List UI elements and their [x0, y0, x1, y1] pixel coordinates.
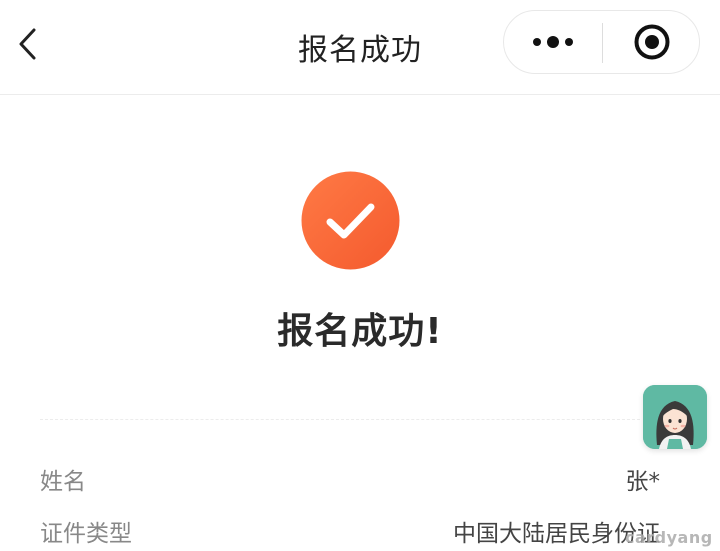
more-dots-icon [533, 36, 573, 48]
watermark: cardyang [625, 528, 713, 547]
more-button[interactable] [504, 11, 602, 73]
target-close-icon [634, 24, 670, 60]
page: 报名成功 报名成功! 姓名 张* 证件类型 中国大陆居民身份证 cardyang [0, 0, 720, 551]
navigation-bar: 报名成功 [0, 0, 720, 95]
mini-program-capsule [503, 10, 700, 74]
success-title: 报名成功! [277, 311, 443, 352]
section-divider [40, 419, 640, 420]
name-label: 姓名 [40, 469, 86, 495]
name-value: 张* [625, 469, 661, 495]
close-button[interactable] [603, 11, 701, 73]
floating-avatar-button[interactable] [643, 385, 707, 449]
girl-avatar-icon [643, 385, 707, 449]
id-type-label: 证件类型 [40, 521, 132, 547]
check-circle-icon [301, 171, 400, 270]
